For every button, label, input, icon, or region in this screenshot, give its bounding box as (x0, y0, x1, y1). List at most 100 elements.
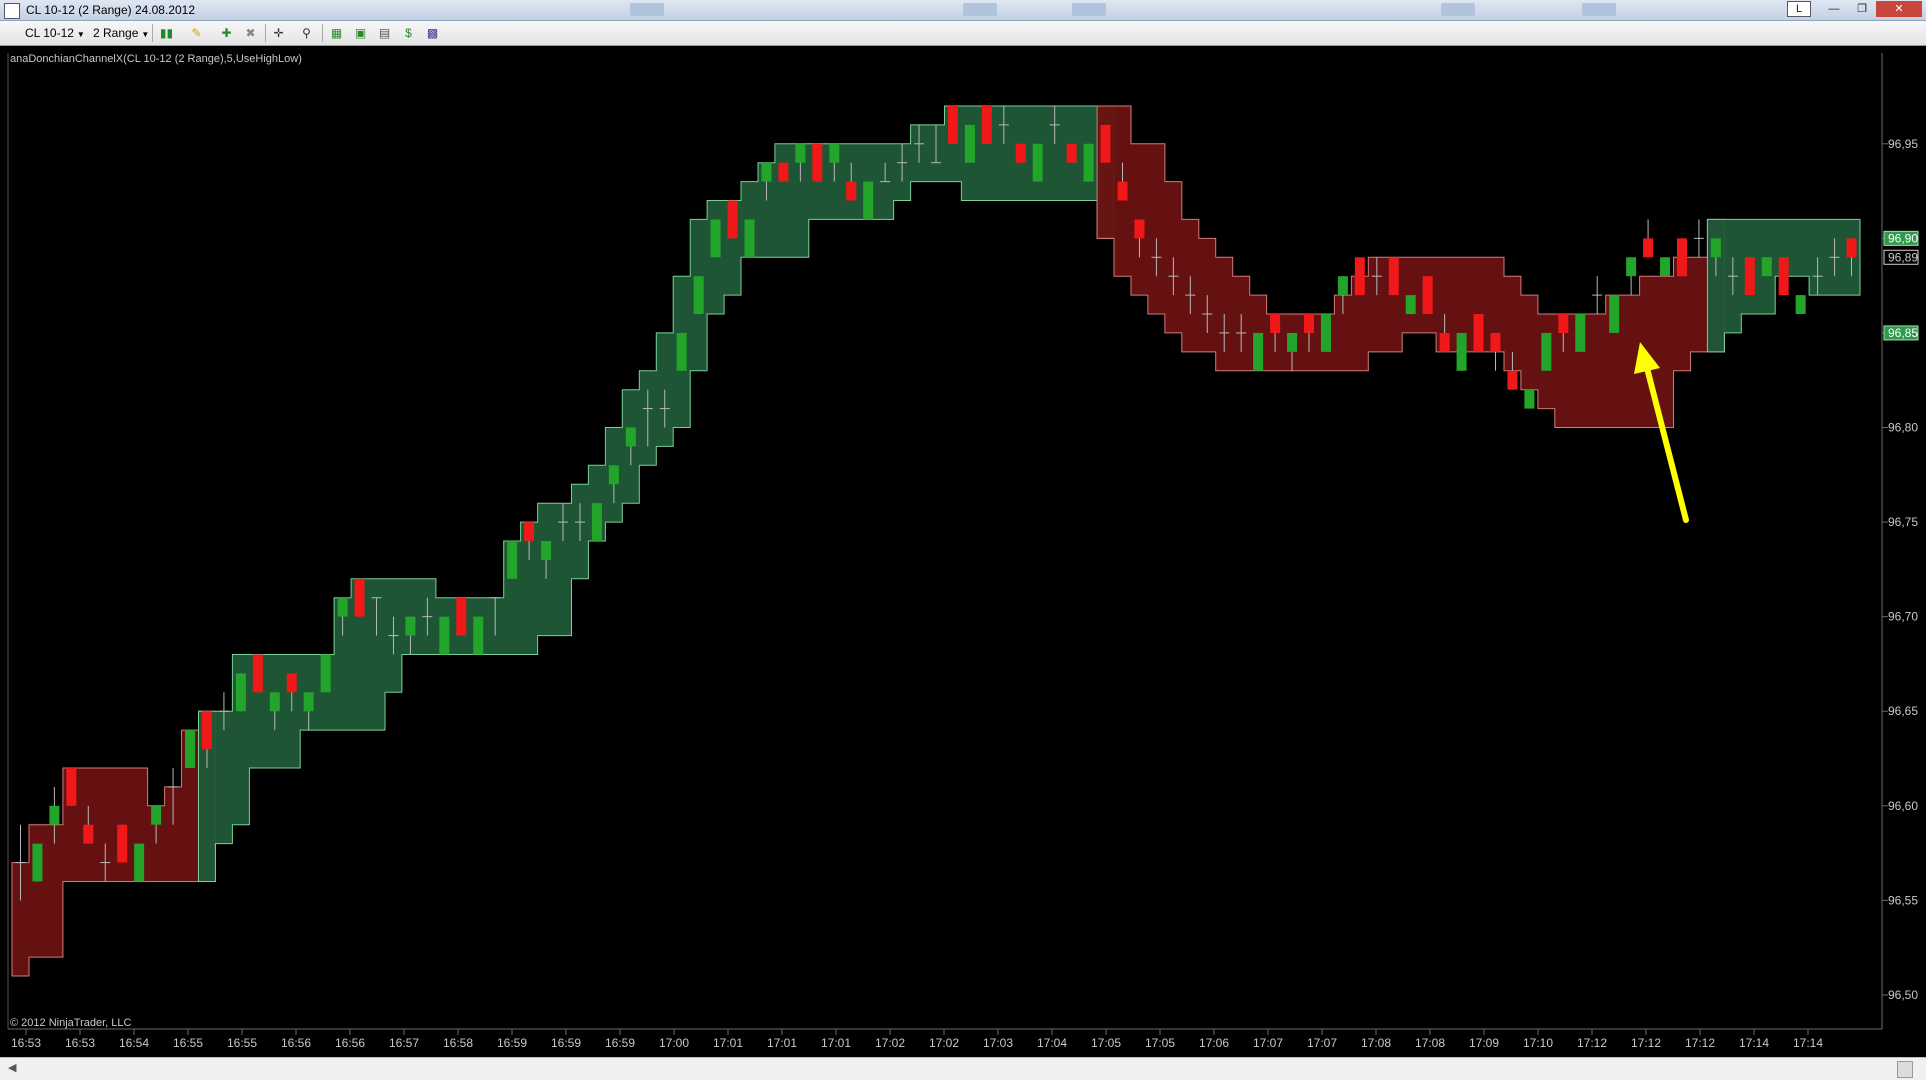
candle-body-up (235, 673, 246, 712)
candle (1541, 332, 1552, 371)
candle-body-down (66, 767, 77, 806)
candle-body-up (829, 143, 840, 163)
time-tick-label: 16:55 (227, 1036, 257, 1050)
price-chart[interactable]: 96,95 96,90 96,85 96,80 96,75 96,70 96,65 96,60… (0, 46, 1926, 1056)
candle (1405, 295, 1416, 315)
candle (1575, 314, 1586, 352)
toolbar-divider (322, 24, 323, 42)
candle-body-up (1337, 276, 1348, 296)
candle-body-down (1066, 143, 1077, 163)
candle (1676, 238, 1687, 277)
instrument-dropdown[interactable]: CL 10-12 ▼ (25, 26, 85, 40)
candle-body-down (1846, 238, 1857, 258)
candle-body-up (439, 616, 450, 655)
crosshair-icon[interactable]: ✛ (270, 25, 287, 41)
candle-body-up (1287, 332, 1298, 352)
candle (354, 578, 365, 617)
restore-label-button[interactable]: L (1787, 1, 1811, 17)
candle-body-up (1626, 257, 1637, 277)
candle-body-down (201, 711, 212, 750)
candle-body-down (947, 105, 958, 144)
candle (1354, 257, 1365, 296)
candle-body-up (1795, 295, 1806, 315)
horizontal-scrollbar[interactable]: ◀ (0, 1057, 1926, 1080)
price-tick-label: 96,60 (1888, 799, 1918, 813)
close-icon[interactable]: ✕ (1876, 1, 1922, 17)
zoom-icon[interactable]: ⚲ (298, 25, 315, 41)
price-tick-label: 96,55 (1888, 893, 1918, 907)
time-tick-label: 16:59 (551, 1036, 581, 1050)
candle (1473, 314, 1484, 352)
price-marker-label: 96,85 (1888, 326, 1918, 340)
time-tick-label: 17:01 (767, 1036, 797, 1050)
candle-body-up (507, 541, 518, 579)
taskbar-slot[interactable] (963, 3, 997, 16)
candle-body-up (608, 465, 619, 485)
candle (693, 276, 704, 315)
taskbar-slot[interactable] (1441, 3, 1475, 16)
app-icon (4, 3, 20, 19)
candle-body-down (1354, 257, 1365, 296)
candle-body-down (1303, 314, 1314, 333)
candle-body-up (405, 616, 416, 636)
time-tick-label: 17:12 (1685, 1036, 1715, 1050)
time-tick-label: 17:05 (1091, 1036, 1121, 1050)
candle-body-up (49, 805, 60, 825)
drawing-pencil-icon[interactable]: ✎ (188, 25, 205, 41)
candle-body-up (676, 332, 687, 371)
maximize-icon[interactable]: ❐ (1848, 1, 1876, 17)
candle-body-down (1676, 238, 1687, 277)
chart-toolbar: CL 10-12 ▼ 2 Range ▼ ▮▮ ✎ ✚ ✖ ✛ ⚲ ▦ ▣ ▤ $ … (0, 21, 1926, 46)
price-tick-label: 96,50 (1888, 988, 1918, 1002)
candle (439, 616, 450, 655)
candle (947, 105, 958, 144)
candle-body-down (1490, 332, 1501, 352)
time-tick-label: 16:53 (65, 1036, 95, 1050)
candle-body-down (1422, 276, 1433, 315)
minimize-icon[interactable]: — (1820, 1, 1848, 17)
price-marker-label: 96,89 (1888, 250, 1918, 264)
dollar-icon[interactable]: $ (400, 25, 417, 41)
time-tick-label: 17:02 (929, 1036, 959, 1050)
candle (66, 767, 77, 806)
taskbar-slot[interactable] (1072, 3, 1106, 16)
candle-body-down (778, 162, 789, 182)
candle-body-down (83, 824, 94, 844)
candle (1744, 257, 1755, 296)
candle-body-up (1456, 332, 1467, 371)
taskbar-slot[interactable] (630, 3, 664, 16)
bar-style-icon[interactable]: ▮▮ (158, 25, 175, 41)
candle-body-up (269, 692, 280, 712)
scroll-left-icon[interactable]: ◀ (8, 1061, 16, 1074)
candle-body-up (320, 654, 331, 693)
candle (185, 730, 196, 768)
chart-trader-icon[interactable]: ▤ (376, 25, 393, 41)
candle-body-down (1778, 257, 1789, 296)
period-dropdown[interactable]: 2 Range ▼ (93, 26, 149, 40)
time-tick-label: 17:03 (983, 1036, 1013, 1050)
price-marker: 96,89 (1883, 249, 1919, 265)
time-tick-label: 17:12 (1631, 1036, 1661, 1050)
candle-body-up (1083, 143, 1094, 182)
candle-body-down (1744, 257, 1755, 296)
remove-indicator-icon[interactable]: ✖ (242, 25, 259, 41)
time-tick-label: 17:10 (1523, 1036, 1553, 1050)
taskbar-slot[interactable] (1582, 3, 1616, 16)
add-indicator-icon[interactable]: ✚ (218, 25, 235, 41)
candle (778, 162, 789, 182)
properties-icon[interactable]: ▦ (328, 25, 345, 41)
time-tick-label: 17:07 (1307, 1036, 1337, 1050)
candle-body-up (964, 124, 975, 163)
template-icon[interactable]: ▩ (424, 25, 441, 41)
candle (1456, 332, 1467, 371)
copyright-text: © 2012 NinjaTrader, LLC (10, 1017, 131, 1029)
candle-body-down (1015, 143, 1026, 163)
candle (744, 219, 755, 258)
candle (1778, 257, 1789, 296)
candle (863, 181, 874, 220)
candle (507, 541, 518, 579)
time-tick-label: 16:54 (119, 1036, 149, 1050)
time-tick-label: 17:07 (1253, 1036, 1283, 1050)
data-box-icon[interactable]: ▣ (352, 25, 369, 41)
scrollbar-thumb[interactable] (1897, 1061, 1913, 1078)
